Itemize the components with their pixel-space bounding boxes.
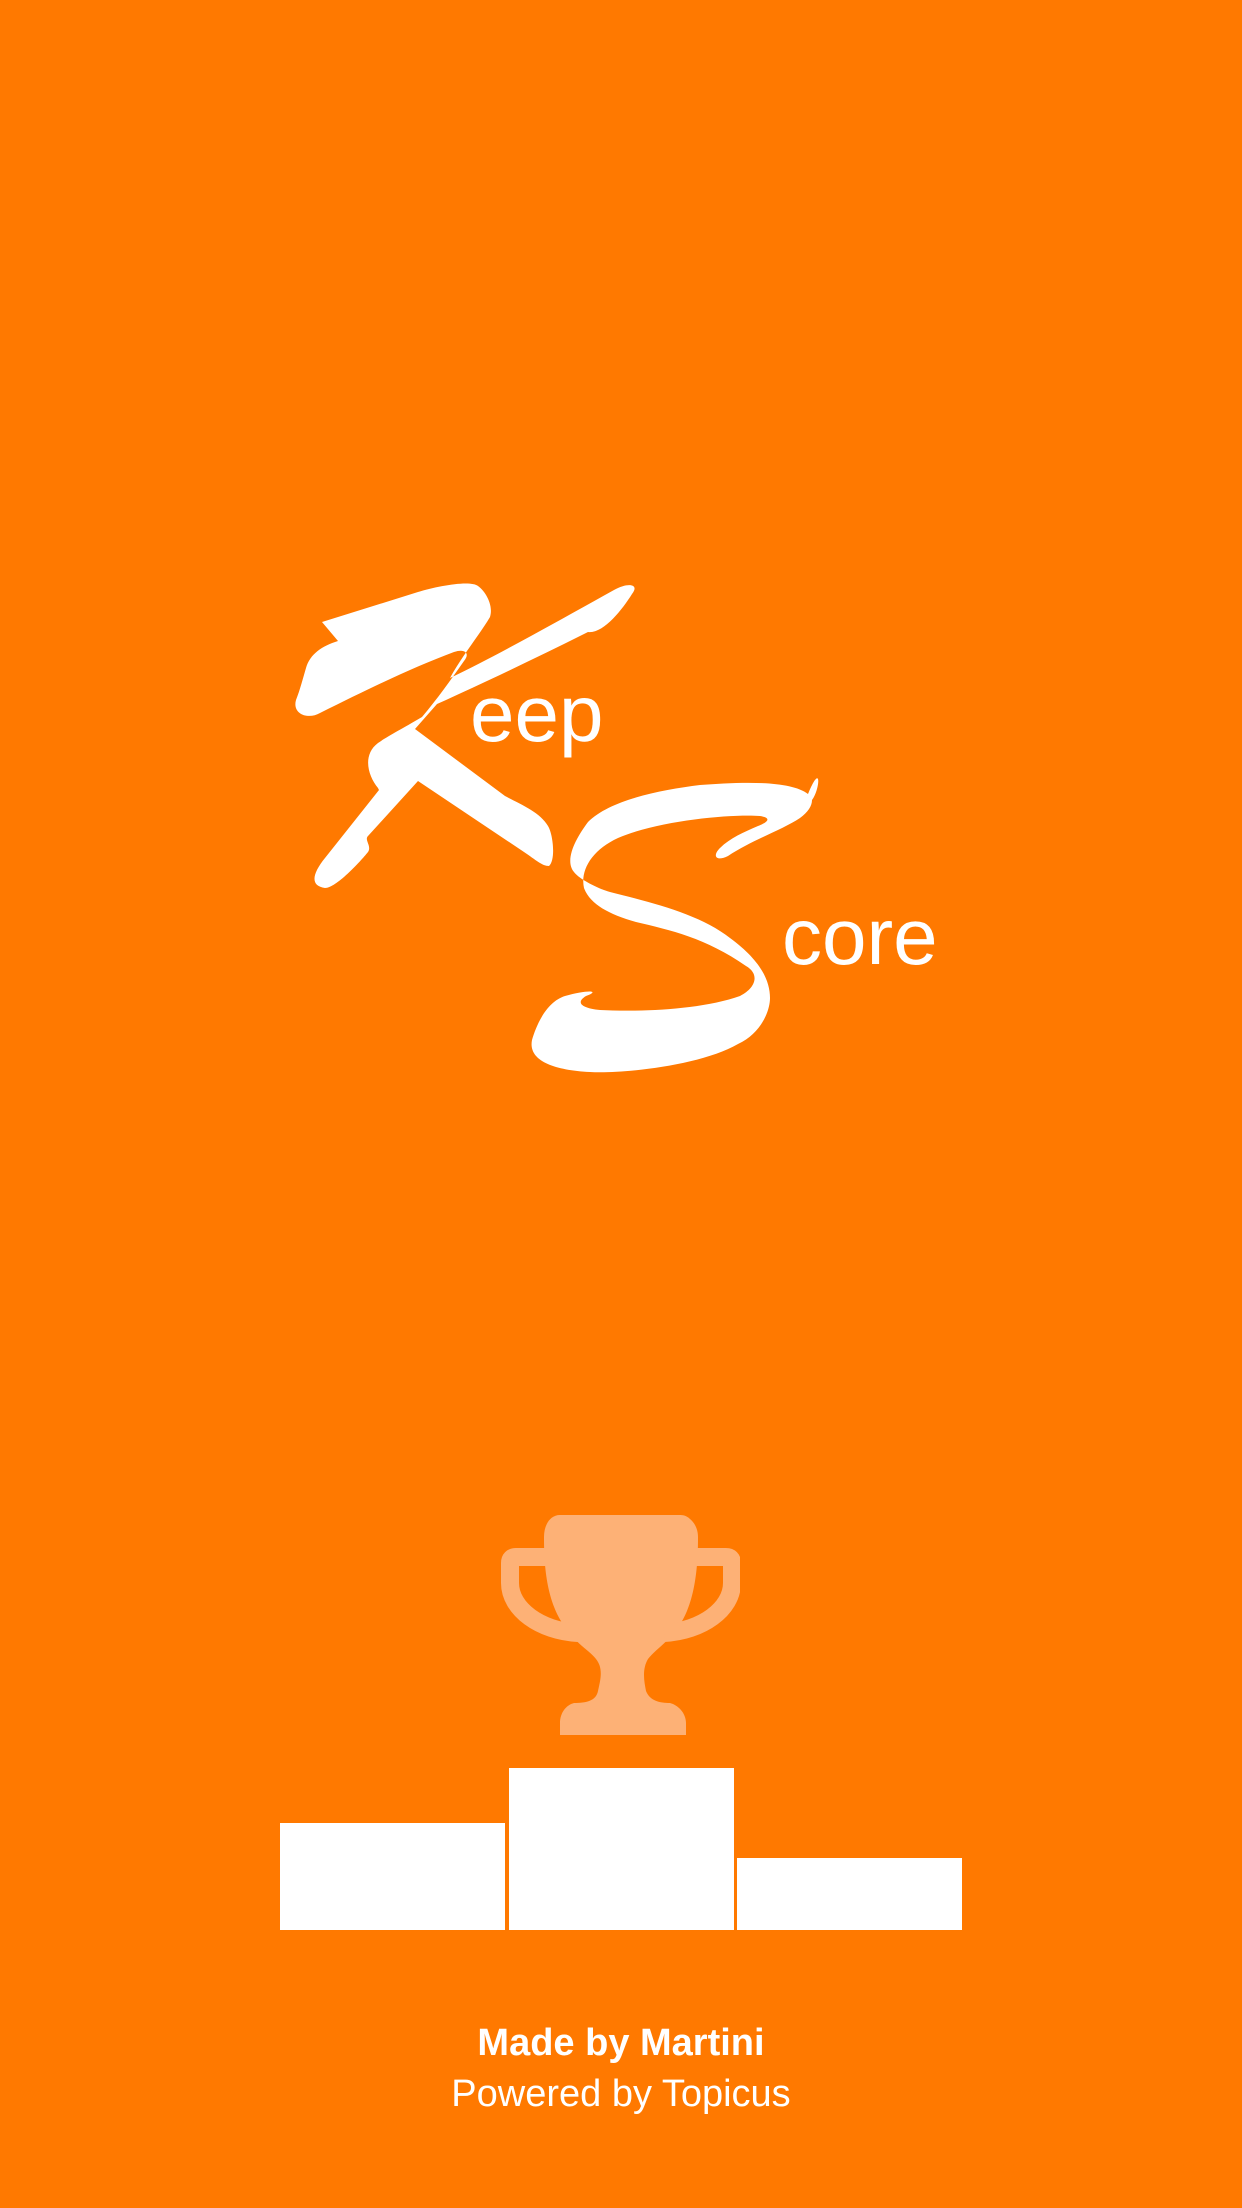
logo-word1-rest: eep <box>470 669 603 758</box>
trophy-icon <box>501 1515 740 1735</box>
made-by-text: Made by Martini <box>477 2022 765 2064</box>
credits: Made by Martini Powered by Topicus <box>0 2018 1242 2120</box>
podium-second-place <box>280 1823 505 1930</box>
podium-third-place <box>737 1858 962 1930</box>
logo-s-glyph <box>531 778 819 1073</box>
podium-icon <box>280 1768 962 1930</box>
splash-screen: eep core Made by Martini Powered by Topi… <box>0 0 1242 2208</box>
powered-by-text: Powered by Topicus <box>451 2073 791 2115</box>
logo-word2-rest: core <box>782 892 938 981</box>
app-logo: eep core <box>0 0 1242 1100</box>
podium-first-place <box>509 1768 734 1930</box>
